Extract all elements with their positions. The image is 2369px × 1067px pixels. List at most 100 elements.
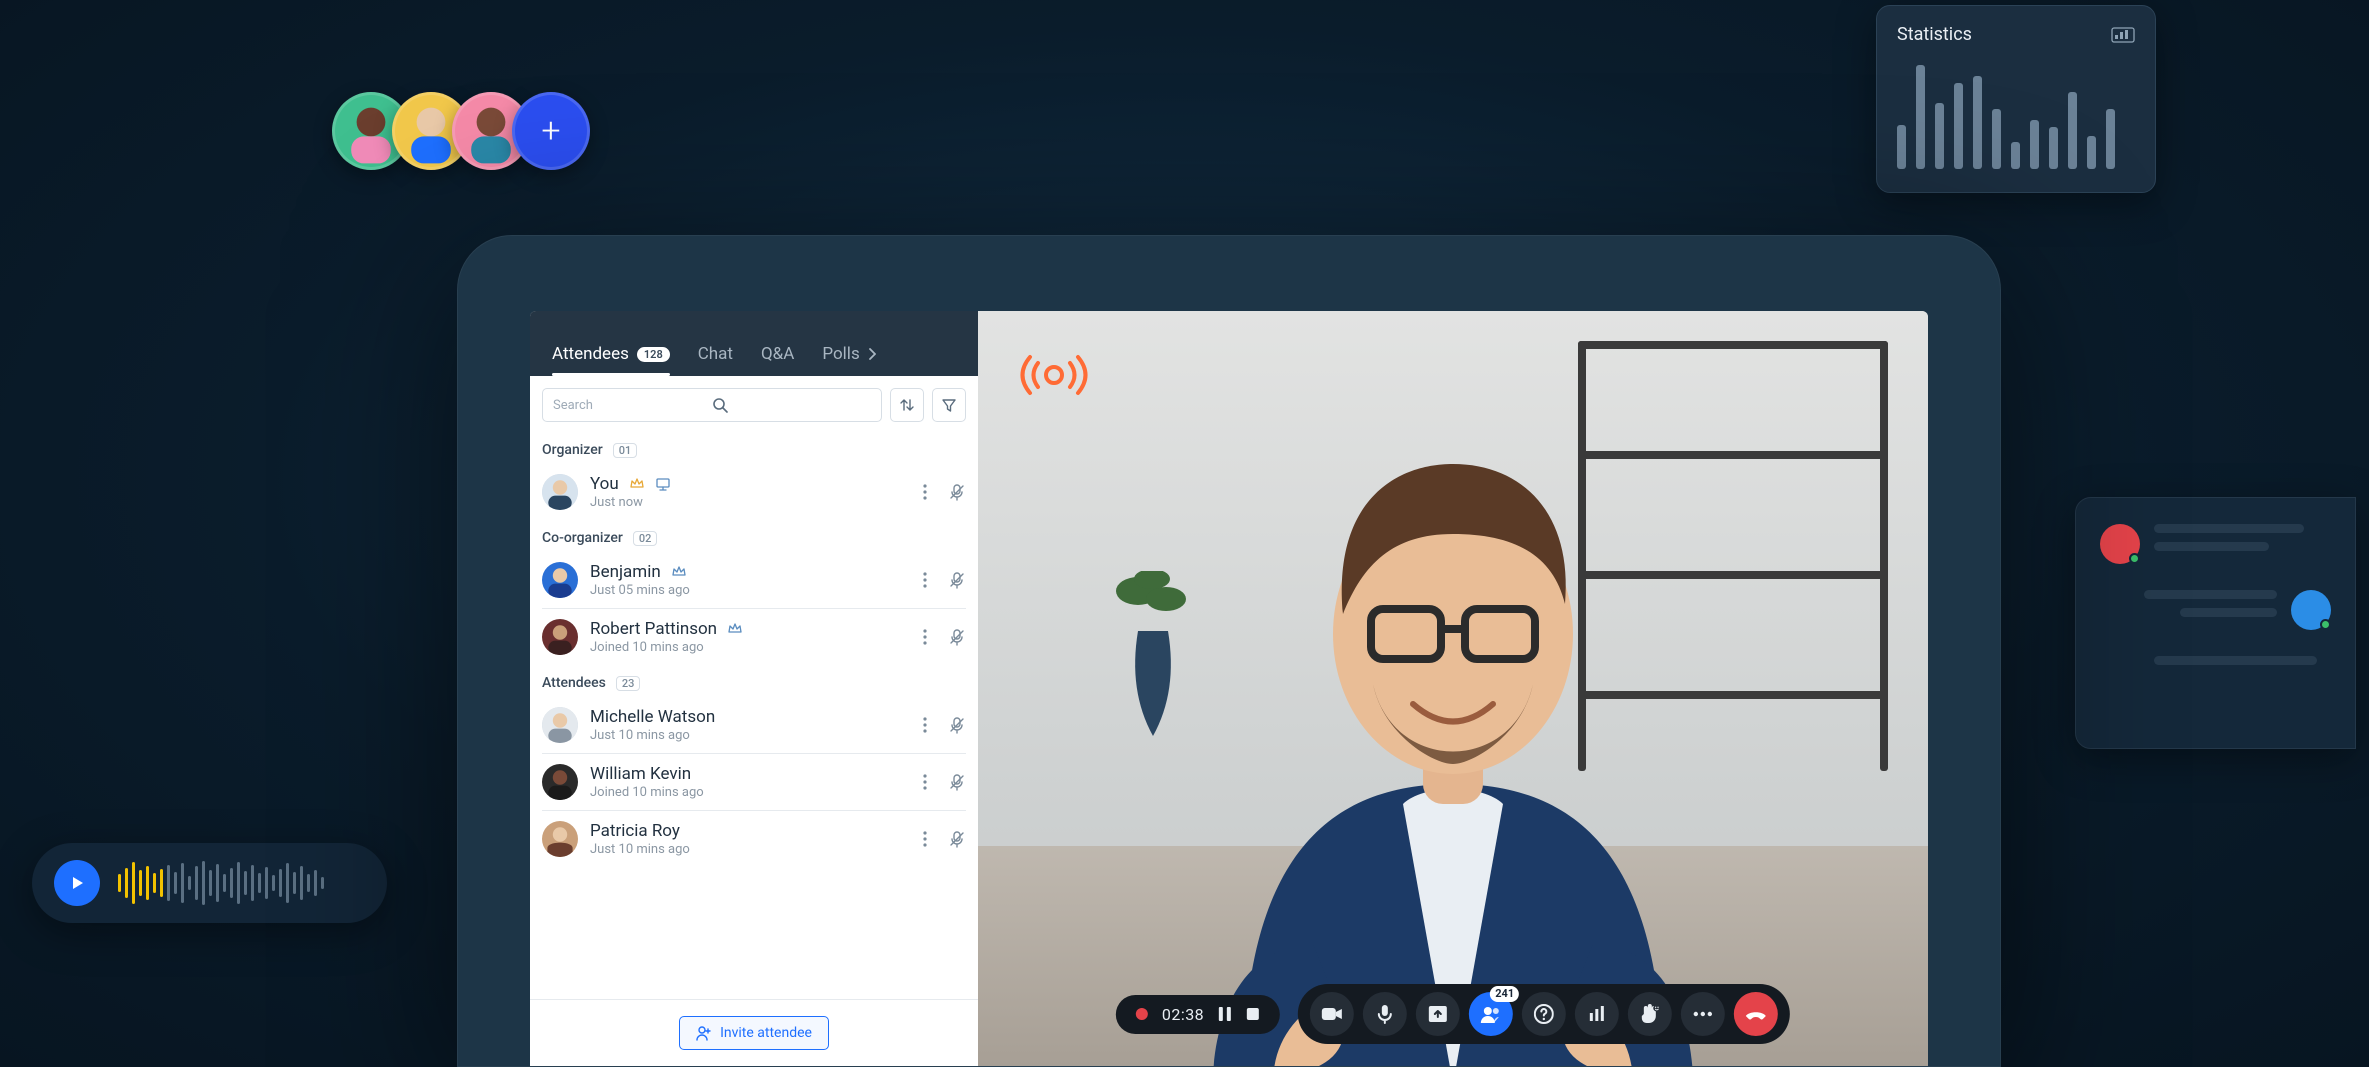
filter-button[interactable]: [932, 388, 966, 422]
invite-bar: Invite attendee: [530, 999, 978, 1066]
user-plus-icon: [696, 1025, 712, 1041]
sort-button[interactable]: [890, 388, 924, 422]
participants-button[interactable]: 241: [1469, 992, 1513, 1036]
person-sub: Just now: [590, 495, 904, 510]
mic-muted-icon[interactable]: [948, 830, 966, 848]
invite-attendee-button[interactable]: Invite attendee: [679, 1016, 829, 1050]
live-broadcast-icon: [1014, 347, 1094, 403]
end-call-button[interactable]: [1734, 992, 1778, 1036]
person-row: Benjamin Just 05 mins ago: [542, 552, 966, 609]
play-button[interactable]: [54, 860, 100, 906]
presenter-video: [1093, 384, 1813, 1066]
person-name: Benjamin: [590, 562, 661, 582]
section-organizer: Organizer 01 You: [530, 432, 978, 520]
avatar: [542, 474, 578, 510]
chevron-right-icon: [868, 348, 876, 360]
section-coorganizer: Co-organizer 02 Benjamin Just 05 mins ag…: [530, 520, 978, 665]
sidebar-header: Attendees 128 Chat Q&A Polls: [530, 311, 978, 376]
tab-polls[interactable]: Polls: [822, 332, 875, 376]
tab-qa[interactable]: Q&A: [761, 332, 794, 376]
chat-message: [2100, 656, 2331, 665]
avatar-strip: +: [332, 92, 590, 170]
person-sub: Joined 10 mins ago: [590, 640, 904, 655]
statistics-bars: [1897, 59, 2135, 169]
section-label: Organizer: [542, 442, 603, 458]
section-count: 01: [613, 443, 638, 458]
more-icon[interactable]: [916, 483, 934, 501]
avatar: [542, 562, 578, 598]
chat-message: [2100, 524, 2331, 564]
crown-icon: [671, 564, 687, 580]
participants-count: 241: [1490, 986, 1519, 1002]
recording-time: 02:38: [1162, 1005, 1204, 1024]
section-count: 02: [633, 531, 658, 546]
statistics-expand-icon[interactable]: [2111, 27, 2135, 43]
avatar: [542, 764, 578, 800]
search-placeholder: Search: [553, 398, 712, 413]
tab-attendees[interactable]: Attendees 128: [552, 332, 670, 376]
audio-waveform: [118, 860, 324, 906]
mic-muted-icon[interactable]: [948, 716, 966, 734]
person-sub: Just 10 mins ago: [590, 728, 904, 743]
avatar: [542, 707, 578, 743]
mic-muted-icon[interactable]: [948, 773, 966, 791]
invite-label: Invite attendee: [720, 1025, 812, 1041]
crown-icon: [727, 621, 743, 637]
polls-button[interactable]: [1575, 992, 1619, 1036]
more-icon[interactable]: [916, 830, 934, 848]
more-icon[interactable]: [916, 571, 934, 589]
avatar: [2100, 524, 2140, 564]
help-button[interactable]: [1522, 992, 1566, 1036]
person-name: You: [590, 474, 619, 494]
person-row: You Just now: [542, 464, 966, 520]
presenter-icon: [655, 476, 671, 492]
stop-recording-button[interactable]: [1246, 1007, 1260, 1021]
sidebar-tabs: Attendees 128 Chat Q&A Polls: [540, 332, 888, 376]
video-stage: 02:38 241: [978, 311, 1928, 1066]
mic-muted-icon[interactable]: [948, 483, 966, 501]
section-attendees: Attendees 23 Michelle Watson Just 10 min…: [530, 665, 978, 867]
mic-muted-icon[interactable]: [948, 571, 966, 589]
person-sub: Just 10 mins ago: [590, 842, 904, 857]
crown-icon: [629, 476, 645, 492]
more-icon[interactable]: [916, 628, 934, 646]
section-label: Co-organizer: [542, 530, 623, 546]
person-name: Patricia Roy: [590, 821, 680, 841]
chat-preview-card: [2075, 497, 2356, 749]
avatar: [542, 821, 578, 857]
person-row: Robert Pattinson Joined 10 mins ago: [542, 609, 966, 665]
tab-chat[interactable]: Chat: [698, 332, 733, 376]
person-row: William Kevin Joined 10 mins ago: [542, 754, 966, 811]
reactions-button[interactable]: [1628, 992, 1672, 1036]
recording-pill: 02:38: [1116, 995, 1280, 1034]
search-row: Search: [530, 376, 978, 432]
attendees-sidebar: ✕ Attendees 128 Chat Q&A Polls: [530, 311, 978, 1066]
person-row: Patricia Roy Just 10 mins ago: [542, 811, 966, 867]
person-sub: Just 05 mins ago: [590, 583, 904, 598]
meeting-controls: 02:38 241: [1116, 984, 1790, 1044]
more-icon[interactable]: [916, 716, 934, 734]
statistics-card: Statistics: [1876, 5, 2156, 193]
statistics-title: Statistics: [1897, 24, 1972, 45]
search-input[interactable]: Search: [542, 388, 882, 422]
person-name: William Kevin: [590, 764, 691, 784]
share-screen-button[interactable]: [1416, 992, 1460, 1036]
avatar: [2291, 590, 2331, 630]
pause-recording-button[interactable]: [1218, 1006, 1232, 1022]
tab-label: Q&A: [761, 344, 794, 364]
more-options-button[interactable]: [1681, 992, 1725, 1036]
avatar: [542, 619, 578, 655]
microphone-button[interactable]: [1363, 992, 1407, 1036]
search-icon: [712, 397, 871, 413]
add-avatar-button[interactable]: +: [512, 92, 590, 170]
app-window: ✕ Attendees 128 Chat Q&A Polls: [530, 311, 1928, 1066]
camera-button[interactable]: [1310, 992, 1354, 1036]
person-row: Michelle Watson Just 10 mins ago: [542, 697, 966, 754]
chat-message: [2100, 590, 2331, 630]
section-count: 23: [616, 676, 641, 691]
more-icon[interactable]: [916, 773, 934, 791]
mic-muted-icon[interactable]: [948, 628, 966, 646]
control-bar: 241: [1298, 984, 1790, 1044]
tab-label: Attendees: [552, 344, 629, 364]
person-sub: Joined 10 mins ago: [590, 785, 904, 800]
